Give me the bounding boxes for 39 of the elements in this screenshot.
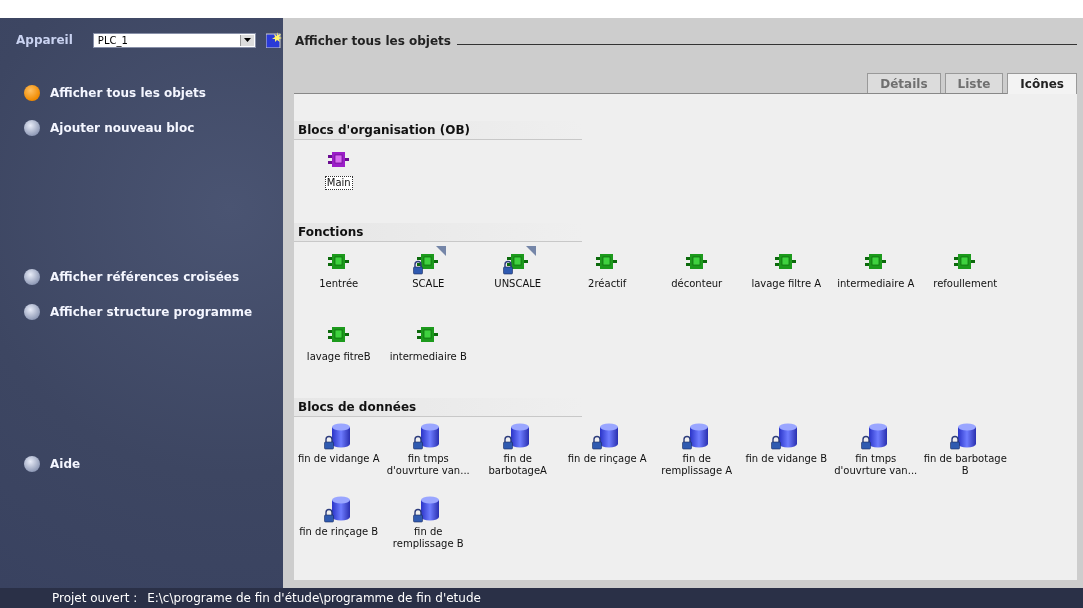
block-label[interactable]: intermediaire A [836, 278, 916, 290]
block-label[interactable]: 2réactif [587, 278, 628, 290]
project-path: E:\c\programe de fin d'étude\programme de fin d'etude [147, 591, 481, 607]
add-device-icon[interactable] [265, 32, 282, 48]
sidebar-item[interactable]: Afficher tous les objets [24, 83, 283, 103]
block-label[interactable]: UNSCALE [493, 278, 543, 290]
device-dropdown[interactable]: PLC_1 [92, 32, 256, 48]
block-label[interactable]: fin tmps d'ouvrture van... [832, 453, 919, 477]
block-label[interactable]: SCALE [411, 278, 446, 290]
block-label[interactable]: fin de rinçage B [298, 526, 380, 538]
sidebar-item[interactable]: Aide [24, 454, 283, 474]
block-label[interactable]: fin de vidange A [297, 453, 381, 465]
block-label[interactable]: refoullement [932, 278, 999, 290]
block-label[interactable]: Main [324, 176, 353, 190]
block-label[interactable]: fin de vidange B [744, 453, 828, 465]
block-label[interactable]: lavage filtre A [750, 278, 823, 290]
panel-title: Afficher tous les objets [295, 33, 451, 48]
sidebar-item[interactable]: Afficher structure programme [24, 302, 283, 322]
device-label: Appareil [16, 33, 73, 47]
status-label: Projet ouvert : [52, 591, 138, 607]
block-label[interactable]: intermediaire B [388, 351, 468, 363]
dropdown-arrow-icon [243, 38, 251, 42]
block-label[interactable]: déconteur [670, 278, 724, 290]
block-label[interactable]: fin de barbotage B [922, 453, 1009, 477]
group-header: Blocs d'organisation (OB) [294, 121, 582, 140]
group-header: Blocs de données [294, 398, 582, 417]
block-label[interactable]: fin de barbotageA [474, 453, 561, 477]
view-tab[interactable]: Détails [867, 73, 941, 93]
block-label[interactable]: fin de remplissage A [653, 453, 740, 477]
block-label[interactable]: fin de remplissage B [385, 526, 472, 550]
block-label[interactable]: fin de rinçage A [566, 453, 648, 465]
view-tab[interactable]: Icônes [1007, 73, 1077, 94]
view-tab[interactable]: Liste [944, 73, 1004, 93]
sidebar-item[interactable]: Ajouter nouveau bloc [24, 118, 283, 138]
block-label[interactable]: 1entrée [318, 278, 360, 290]
block-label[interactable]: fin tmps d'ouvrture van... [385, 453, 472, 477]
group-header: Fonctions [294, 223, 582, 242]
sidebar-item[interactable]: Afficher références croisées [24, 267, 283, 287]
block-label[interactable]: lavage fitreB [305, 351, 372, 363]
